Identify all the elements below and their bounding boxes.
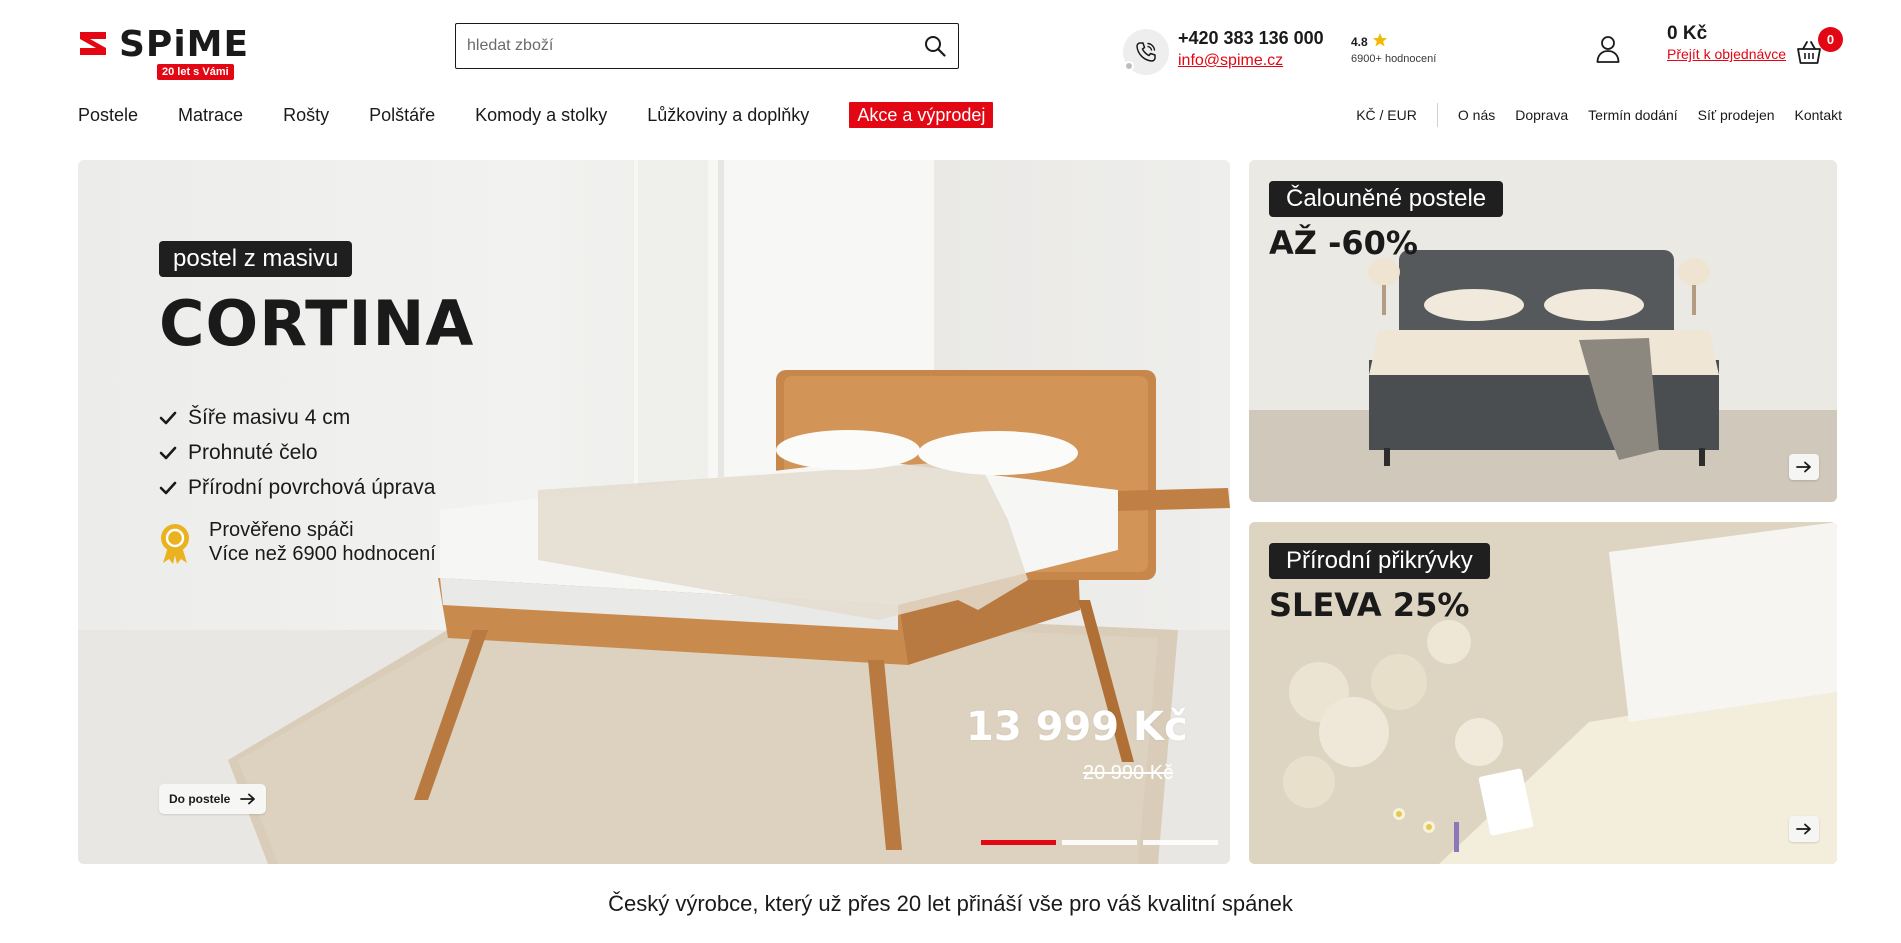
hero-banner[interactable]: postel z masivu CORTINA Šíře masivu 4 cm… <box>78 160 1230 864</box>
nav-link-shipping[interactable]: Doprava <box>1515 107 1568 123</box>
company-tagline: Český výrobce, který už přes 20 let přin… <box>608 891 1293 916</box>
nav-item-postele[interactable]: Postele <box>78 102 138 128</box>
currency-switcher[interactable]: KČ / EUR <box>1356 103 1438 127</box>
hero-old-price: 20 990 Kč <box>1083 762 1174 784</box>
cart-count-badge: 0 <box>1818 27 1843 52</box>
hero-cta-button[interactable]: Do postele <box>159 784 267 814</box>
search-button[interactable] <box>920 31 950 61</box>
award-rosette-icon <box>161 524 189 564</box>
main-navigation: Postele Matrace Rošty Polštáře Komody a … <box>78 101 994 129</box>
cart-total: 0 Kč <box>1667 23 1708 44</box>
hero-category-tag: postel z masivu <box>159 241 353 277</box>
trust-badge-line2: Více než 6900 hodnocení <box>209 543 436 565</box>
nav-link-stores[interactable]: Síť prodejen <box>1698 107 1775 123</box>
secondary-navigation: KČ / EUR O nás Doprava Termín dodání Síť… <box>1356 103 1842 127</box>
search-icon <box>925 36 946 57</box>
checkout-link[interactable]: Přejít k objednávce <box>1667 46 1786 62</box>
star-icon <box>1372 33 1388 47</box>
nav-item-rosty[interactable]: Rošty <box>283 102 329 128</box>
slider-dot-3[interactable] <box>1143 840 1218 845</box>
arrow-right-icon <box>240 793 256 805</box>
promo-discount-headline: AŽ -60% <box>1269 224 1418 262</box>
nav-link-contact[interactable]: Kontakt <box>1795 107 1842 123</box>
nav-item-sale[interactable]: Akce a výprodej <box>849 102 994 128</box>
nav-item-matrace[interactable]: Matrace <box>178 102 243 128</box>
promo-arrow-button[interactable] <box>1789 816 1819 842</box>
phone-icon <box>1136 42 1156 62</box>
slider-dot-1[interactable] <box>981 840 1056 845</box>
nav-link-delivery-time[interactable]: Termín dodání <box>1588 107 1678 123</box>
hero-price: 13 999 Kč <box>966 704 1188 750</box>
feature-label: Šíře masivu 4 cm <box>188 405 351 429</box>
list-item: Prohnuté čelo <box>159 435 435 470</box>
promo-arrow-button[interactable] <box>1789 454 1819 480</box>
feature-label: Prohnuté čelo <box>188 440 318 464</box>
phone-number[interactable]: +420 383 136 000 <box>1178 28 1324 49</box>
promo-card-natural-duvets[interactable]: Přírodní přikrývky SLEVA 25% <box>1249 522 1837 864</box>
nav-item-luzkoviny[interactable]: Lůžkoviny a doplňky <box>647 102 809 128</box>
search-input[interactable] <box>456 24 896 67</box>
hero-trust-badge: Prověřeno spáči Více než 6900 hodnocení <box>209 518 436 566</box>
feature-label: Přírodní povrchová úprava <box>188 475 436 499</box>
hero-cta-label: Do postele <box>169 792 231 806</box>
site-header: SPiME 20 let s Vámi +420 383 136 000 inf… <box>0 0 1901 88</box>
site-logo[interactable]: SPiME 20 let s Vámi <box>78 26 248 84</box>
phone-status-dot <box>1124 61 1134 71</box>
promo-discount-headline: SLEVA 25% <box>1269 586 1470 624</box>
promo-category-tag: Přírodní přikrývky <box>1269 543 1490 579</box>
hero-title: CORTINA <box>159 287 475 360</box>
nav-item-komody[interactable]: Komody a stolky <box>475 102 607 128</box>
trust-badge-line1: Prověřeno spáči <box>209 519 354 541</box>
check-icon <box>159 411 177 424</box>
hero-feature-list: Šíře masivu 4 cm Prohnuté čelo Přírodní … <box>159 400 435 505</box>
rating-score: 4.8 <box>1351 35 1368 49</box>
arrow-right-icon <box>1796 823 1811 835</box>
promo-category-tag: Čalouněné postele <box>1269 181 1504 217</box>
list-item: Přírodní povrchová úprava <box>159 470 435 505</box>
promo-card-upholstered-beds[interactable]: Čalouněné postele AŽ -60% <box>1249 160 1837 502</box>
check-icon <box>159 481 177 494</box>
list-item: Šíře masivu 4 cm <box>159 400 435 435</box>
logo-anniversary-badge: 20 let s Vámi <box>157 64 234 80</box>
nav-link-about[interactable]: O nás <box>1458 107 1495 123</box>
slider-dot-2[interactable] <box>1062 840 1137 845</box>
hero-slider-indicators <box>981 840 1224 845</box>
email-link[interactable]: info@spime.cz <box>1178 52 1283 70</box>
arrow-right-icon <box>1796 461 1811 473</box>
search-box <box>455 23 959 69</box>
nav-item-polstare[interactable]: Polštáře <box>369 102 435 128</box>
logo-mark-icon <box>80 32 106 55</box>
account-icon[interactable] <box>1595 34 1621 64</box>
check-icon <box>159 446 177 459</box>
rating-count[interactable]: 6900+ hodnocení <box>1351 53 1436 65</box>
logo-wordmark: SPiME <box>119 24 250 65</box>
